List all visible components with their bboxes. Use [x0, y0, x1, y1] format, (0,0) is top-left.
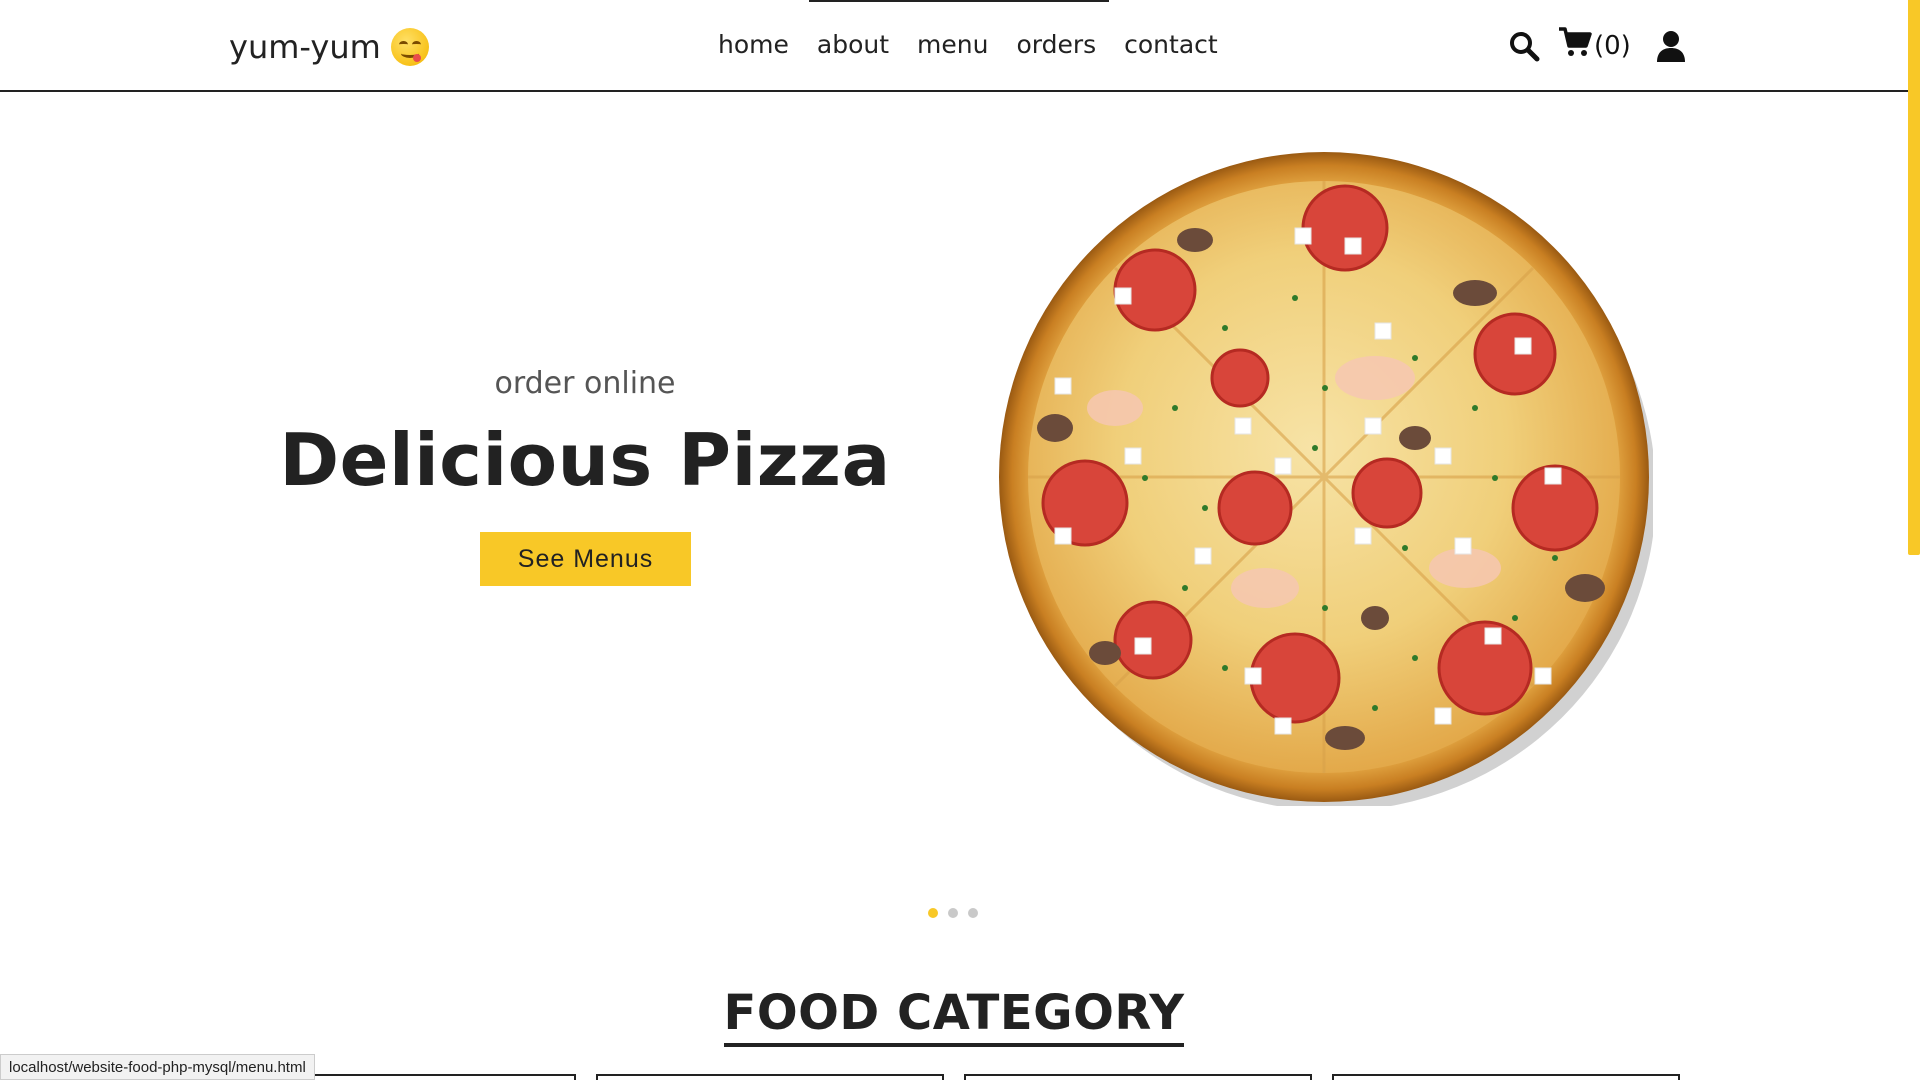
- user-icon[interactable]: [1656, 30, 1685, 62]
- scrollbar-thumb[interactable]: [1908, 0, 1920, 555]
- header-icons: (0): [1508, 26, 1685, 65]
- food-category-heading: FOOD CATEGORY: [0, 985, 1908, 1047]
- see-menus-button[interactable]: See Menus: [480, 532, 691, 586]
- cart-button[interactable]: (0): [1558, 26, 1631, 65]
- site-header: yum-yum home about menu orders contact (…: [0, 0, 1908, 92]
- category-card-3[interactable]: [964, 1074, 1312, 1080]
- logo[interactable]: yum-yum: [229, 28, 429, 66]
- logo-text: yum-yum: [229, 28, 381, 66]
- nav-orders[interactable]: orders: [1016, 30, 1096, 59]
- search-icon[interactable]: [1508, 30, 1540, 62]
- slider-dot-1[interactable]: [928, 908, 938, 918]
- slider-dots: [928, 908, 978, 918]
- active-tab-indicator: [809, 0, 1109, 2]
- nav-contact[interactable]: contact: [1124, 30, 1218, 59]
- status-bar-url: localhost/website-food-php-mysql/menu.ht…: [0, 1054, 315, 1080]
- nav-home[interactable]: home: [718, 30, 789, 59]
- category-card-2[interactable]: [596, 1074, 944, 1080]
- nav-about[interactable]: about: [817, 30, 889, 59]
- main-nav: home about menu orders contact: [718, 30, 1218, 59]
- smiling-emoji-icon: [390, 28, 429, 66]
- slider-dot-3[interactable]: [968, 908, 978, 918]
- nav-menu[interactable]: menu: [917, 30, 988, 59]
- category-card-4[interactable]: [1332, 1074, 1680, 1080]
- slider-dot-2[interactable]: [948, 908, 958, 918]
- section-title: FOOD CATEGORY: [723, 985, 1185, 1047]
- pizza-image: [999, 152, 1653, 806]
- cart-count: (0): [1594, 30, 1631, 61]
- cart-icon: [1558, 26, 1592, 65]
